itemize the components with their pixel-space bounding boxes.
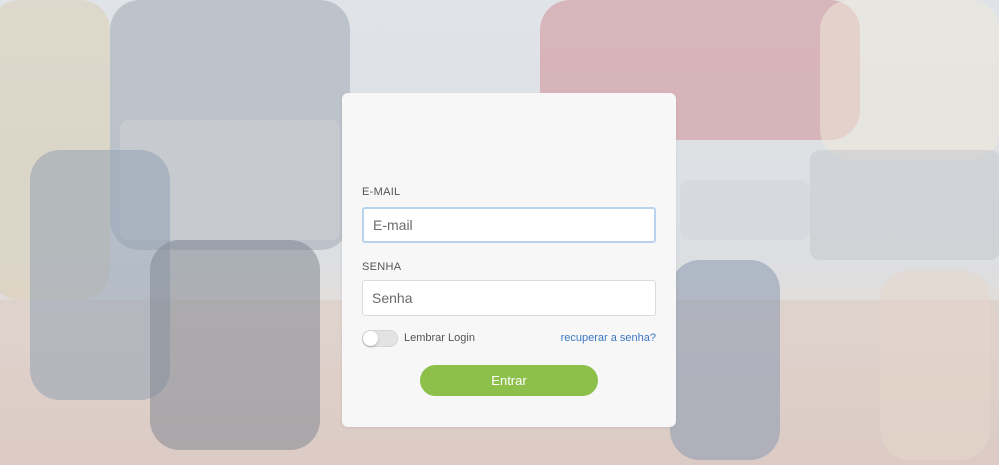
- email-label: E-MAIL: [362, 186, 401, 198]
- remember-login-toggle[interactable]: [362, 330, 398, 347]
- email-input[interactable]: [362, 207, 656, 243]
- recover-password-link[interactable]: recuperar a senha?: [561, 332, 656, 344]
- login-button[interactable]: Entrar: [420, 365, 598, 396]
- password-input[interactable]: [362, 280, 656, 316]
- login-card: E-MAIL SENHA Lembrar Login recuperar a s…: [342, 93, 676, 427]
- password-label: SENHA: [362, 261, 402, 273]
- toggle-knob: [363, 331, 378, 346]
- remember-login-label: Lembrar Login: [404, 332, 475, 344]
